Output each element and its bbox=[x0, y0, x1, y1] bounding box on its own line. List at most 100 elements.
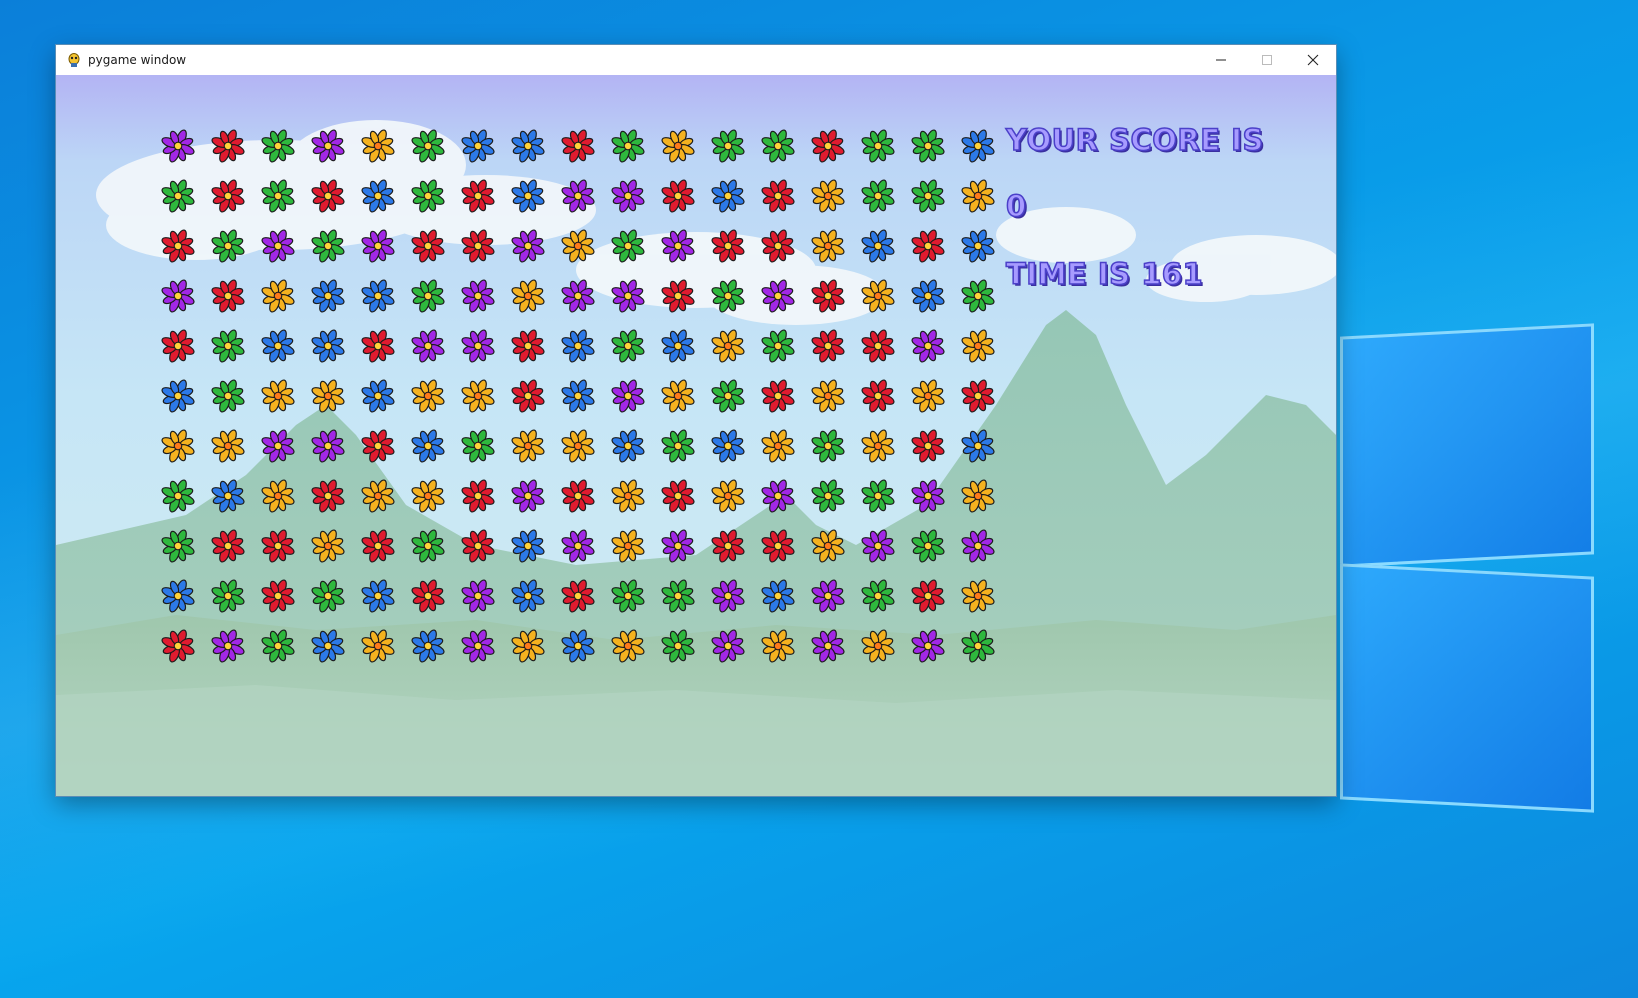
flower-tile-red[interactable] bbox=[153, 321, 203, 371]
flower-tile-purple[interactable] bbox=[753, 471, 803, 521]
flower-tile-green[interactable] bbox=[953, 621, 1003, 671]
flower-tile-green[interactable] bbox=[803, 421, 853, 471]
flower-tile-red[interactable] bbox=[803, 271, 853, 321]
flower-tile-yellow[interactable] bbox=[853, 621, 903, 671]
flower-tile-green[interactable] bbox=[653, 571, 703, 621]
flower-tile-yellow[interactable] bbox=[953, 171, 1003, 221]
flower-tile-purple[interactable] bbox=[153, 121, 203, 171]
flower-tile-green[interactable] bbox=[903, 521, 953, 571]
flower-tile-yellow[interactable] bbox=[603, 521, 653, 571]
flower-tile-yellow[interactable] bbox=[853, 421, 903, 471]
flower-tile-purple[interactable] bbox=[603, 271, 653, 321]
flower-tile-green[interactable] bbox=[153, 471, 203, 521]
maximize-button[interactable] bbox=[1244, 45, 1290, 75]
flower-tile-yellow[interactable] bbox=[803, 371, 853, 421]
flower-tile-green[interactable] bbox=[953, 271, 1003, 321]
flower-tile-purple[interactable] bbox=[353, 221, 403, 271]
flower-tile-red[interactable] bbox=[153, 621, 203, 671]
flower-tile-yellow[interactable] bbox=[303, 521, 353, 571]
flower-tile-purple[interactable] bbox=[603, 371, 653, 421]
flower-tile-green[interactable] bbox=[203, 321, 253, 371]
flower-tile-blue[interactable] bbox=[303, 621, 353, 671]
flower-tile-blue[interactable] bbox=[953, 421, 1003, 471]
flower-tile-yellow[interactable] bbox=[803, 171, 853, 221]
flower-tile-green[interactable] bbox=[853, 171, 903, 221]
flower-tile-green[interactable] bbox=[403, 171, 453, 221]
flower-tile-green[interactable] bbox=[403, 121, 453, 171]
flower-tile-blue[interactable] bbox=[303, 271, 353, 321]
flower-tile-purple[interactable] bbox=[553, 271, 603, 321]
flower-tile-blue[interactable] bbox=[753, 571, 803, 621]
flower-tile-red[interactable] bbox=[503, 321, 553, 371]
flower-tile-yellow[interactable] bbox=[753, 621, 803, 671]
flower-tile-green[interactable] bbox=[203, 371, 253, 421]
flower-tile-blue[interactable] bbox=[353, 371, 403, 421]
flower-tile-blue[interactable] bbox=[353, 271, 403, 321]
flower-tile-red[interactable] bbox=[453, 521, 503, 571]
flower-tile-yellow[interactable] bbox=[553, 221, 603, 271]
flower-tile-green[interactable] bbox=[203, 571, 253, 621]
flower-tile-green[interactable] bbox=[653, 621, 703, 671]
flower-tile-purple[interactable] bbox=[853, 521, 903, 571]
flower-tile-red[interactable] bbox=[253, 521, 303, 571]
flower-tile-green[interactable] bbox=[253, 171, 303, 221]
flower-tile-blue[interactable] bbox=[503, 521, 553, 571]
flower-tile-blue[interactable] bbox=[653, 321, 703, 371]
flower-tile-green[interactable] bbox=[903, 121, 953, 171]
flower-tile-purple[interactable] bbox=[703, 621, 753, 671]
flower-tile-yellow[interactable] bbox=[953, 471, 1003, 521]
flower-tile-purple[interactable] bbox=[803, 571, 853, 621]
flower-tile-blue[interactable] bbox=[403, 621, 453, 671]
flower-tile-yellow[interactable] bbox=[703, 471, 753, 521]
minimize-button[interactable] bbox=[1198, 45, 1244, 75]
flower-tile-red[interactable] bbox=[653, 171, 703, 221]
flower-tile-red[interactable] bbox=[453, 221, 503, 271]
flower-tile-green[interactable] bbox=[403, 521, 453, 571]
flower-tile-red[interactable] bbox=[903, 421, 953, 471]
flower-tile-blue[interactable] bbox=[553, 621, 603, 671]
flower-tile-blue[interactable] bbox=[503, 571, 553, 621]
flower-tile-green[interactable] bbox=[853, 571, 903, 621]
flower-tile-yellow[interactable] bbox=[603, 471, 653, 521]
flower-tile-yellow[interactable] bbox=[153, 421, 203, 471]
flower-tile-green[interactable] bbox=[703, 271, 753, 321]
flower-tile-red[interactable] bbox=[853, 321, 903, 371]
flower-tile-purple[interactable] bbox=[253, 221, 303, 271]
flower-tile-purple[interactable] bbox=[903, 621, 953, 671]
flower-tile-blue[interactable] bbox=[853, 221, 903, 271]
flower-board[interactable] bbox=[153, 121, 1003, 671]
flower-tile-yellow[interactable] bbox=[253, 371, 303, 421]
flower-tile-blue[interactable] bbox=[953, 221, 1003, 271]
flower-tile-blue[interactable] bbox=[903, 271, 953, 321]
flower-tile-blue[interactable] bbox=[153, 571, 203, 621]
flower-tile-green[interactable] bbox=[453, 421, 503, 471]
flower-tile-purple[interactable] bbox=[653, 521, 703, 571]
flower-tile-yellow[interactable] bbox=[353, 121, 403, 171]
flower-tile-green[interactable] bbox=[303, 571, 353, 621]
flower-tile-purple[interactable] bbox=[503, 471, 553, 521]
flower-tile-purple[interactable] bbox=[453, 321, 503, 371]
flower-tile-blue[interactable] bbox=[953, 121, 1003, 171]
flower-tile-green[interactable] bbox=[653, 421, 703, 471]
flower-tile-green[interactable] bbox=[603, 321, 653, 371]
flower-tile-blue[interactable] bbox=[303, 321, 353, 371]
flower-tile-green[interactable] bbox=[153, 521, 203, 571]
flower-tile-red[interactable] bbox=[753, 171, 803, 221]
flower-tile-yellow[interactable] bbox=[853, 271, 903, 321]
flower-tile-red[interactable] bbox=[703, 221, 753, 271]
flower-tile-blue[interactable] bbox=[353, 571, 403, 621]
flower-tile-green[interactable] bbox=[403, 271, 453, 321]
flower-tile-red[interactable] bbox=[203, 121, 253, 171]
flower-tile-red[interactable] bbox=[203, 271, 253, 321]
flower-tile-yellow[interactable] bbox=[503, 271, 553, 321]
flower-tile-purple[interactable] bbox=[253, 421, 303, 471]
flower-tile-yellow[interactable] bbox=[703, 321, 753, 371]
flower-tile-red[interactable] bbox=[403, 221, 453, 271]
flower-tile-green[interactable] bbox=[753, 321, 803, 371]
flower-tile-green[interactable] bbox=[853, 121, 903, 171]
flower-tile-red[interactable] bbox=[403, 571, 453, 621]
flower-tile-red[interactable] bbox=[553, 571, 603, 621]
flower-tile-red[interactable] bbox=[553, 121, 603, 171]
flower-tile-yellow[interactable] bbox=[553, 421, 603, 471]
flower-tile-red[interactable] bbox=[353, 521, 403, 571]
